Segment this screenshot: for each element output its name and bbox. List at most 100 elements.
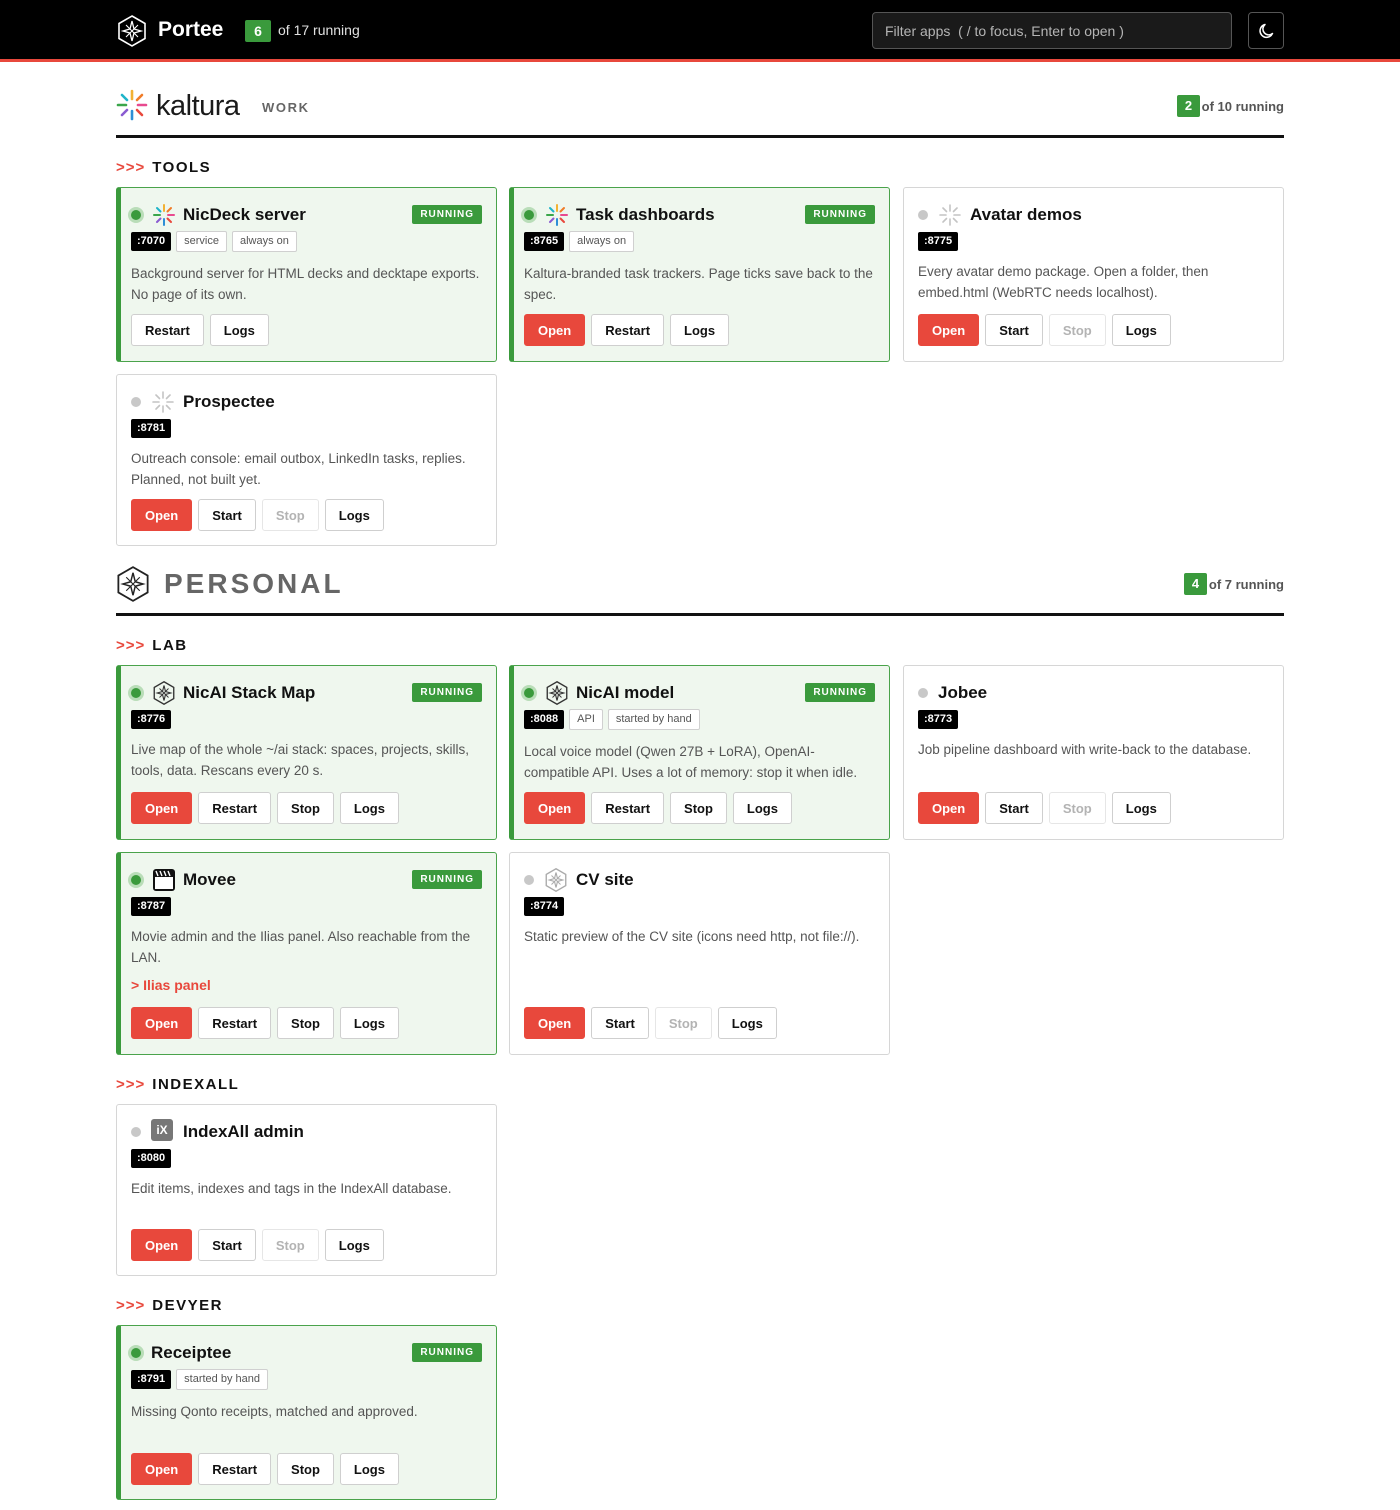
app-card-movee: Movee RUNNING :8787 Movie admin and the …: [116, 852, 497, 1055]
kaltura-logo-icon: [116, 89, 148, 121]
section-devyer: >>> DEVYER: [116, 1297, 223, 1314]
restart-button[interactable]: Restart: [131, 314, 204, 346]
tag-row: :8080: [131, 1149, 172, 1168]
open-button[interactable]: Open: [524, 1007, 586, 1039]
app-description: Every avatar demo package. Open a folder…: [918, 264, 1209, 300]
section-tools: >>> TOOLS: [116, 159, 212, 176]
status-dot: [918, 210, 928, 220]
open-button[interactable]: Open: [131, 1453, 193, 1485]
start-button[interactable]: Start: [198, 499, 256, 531]
org-running-count-personal: 4: [1184, 573, 1207, 595]
restart-button[interactable]: Restart: [591, 314, 665, 346]
start-button[interactable]: Start: [985, 792, 1043, 824]
open-button[interactable]: Open: [918, 314, 980, 346]
start-button[interactable]: Start: [985, 314, 1043, 346]
app-description: Outreach console: email outbox, LinkedIn…: [131, 451, 466, 487]
app-card-prospectee: Prospectee :8781 Outreach console: email…: [116, 374, 497, 546]
logs-button[interactable]: Logs: [209, 314, 269, 346]
restart-button[interactable]: Restart: [198, 1453, 272, 1485]
compass-emblem-icon: [546, 681, 568, 705]
top-bar: Portee 6 of 17 running: [0, 0, 1400, 62]
tag-row: :8774: [524, 897, 565, 916]
open-button[interactable]: Open: [524, 314, 586, 346]
action-row: Open Restart Stop Logs: [131, 1007, 399, 1039]
port-badge: :8080: [131, 1149, 172, 1168]
action-row: Open Start Stop Logs: [524, 1007, 777, 1039]
compass-emblem-grey-icon: [545, 868, 567, 892]
logs-button[interactable]: Logs: [732, 792, 792, 824]
logs-button[interactable]: Logs: [339, 792, 399, 824]
stop-button[interactable]: Stop: [670, 792, 727, 824]
action-row: Open Start Stop Logs: [918, 792, 1171, 824]
stop-button[interactable]: Stop: [277, 792, 334, 824]
app-description: Local voice model (Qwen 27B + LoRA), Ope…: [524, 744, 858, 780]
app-description: Edit items, indexes and tags in the Inde…: [131, 1181, 452, 1196]
org-tag-work: WORK: [262, 100, 310, 115]
open-button[interactable]: Open: [131, 1007, 193, 1039]
tag-row: :8773: [918, 710, 959, 729]
logs-button[interactable]: Logs: [339, 1453, 399, 1485]
tag: always on: [569, 231, 635, 252]
open-button[interactable]: Open: [131, 792, 193, 824]
kaltura-grey-icon: [152, 391, 174, 413]
ilias-panel-link[interactable]: > Ilias panel: [131, 977, 211, 993]
tag: started by hand: [607, 709, 700, 730]
restart-button[interactable]: Restart: [198, 1007, 272, 1039]
brand-name: Portee: [158, 18, 224, 41]
restart-button[interactable]: Restart: [198, 792, 272, 824]
clapperboard-icon: [153, 869, 175, 891]
tag: started by hand: [176, 1369, 268, 1390]
logs-button[interactable]: Logs: [324, 1229, 384, 1261]
app-description: Job pipeline dashboard with write-back t…: [918, 742, 1252, 757]
open-button[interactable]: Open: [131, 1229, 193, 1261]
stop-button[interactable]: Stop: [1048, 792, 1106, 824]
filter-apps-input[interactable]: [872, 12, 1232, 49]
port-badge: :8775: [918, 232, 959, 251]
app-card-nicai-model: NicAI model RUNNING :8088 API started by…: [509, 665, 890, 840]
app-title: CV site: [576, 870, 634, 889]
org-header-work: kaltura WORK 2 of 10 running: [116, 86, 1284, 138]
open-button[interactable]: Open: [131, 499, 193, 531]
org-name-work: kaltura: [156, 90, 240, 122]
logs-button[interactable]: Logs: [339, 1007, 399, 1039]
org-name-personal: PERSONAL: [164, 568, 344, 599]
start-button[interactable]: Start: [198, 1229, 256, 1261]
logs-button[interactable]: Logs: [1111, 314, 1171, 346]
port-badge: :8791: [131, 1370, 172, 1389]
status-dot: [131, 1127, 141, 1137]
running-badge: RUNNING: [412, 683, 482, 702]
logs-button[interactable]: Logs: [670, 314, 730, 346]
app-description: Background server for HTML decks and dec…: [131, 266, 480, 302]
running-badge: RUNNING: [805, 205, 875, 224]
stop-button[interactable]: Stop: [261, 499, 319, 531]
app-title: Task dashboards: [576, 205, 715, 224]
stop-button[interactable]: Stop: [277, 1453, 334, 1485]
restart-button[interactable]: Restart: [591, 792, 665, 824]
start-button[interactable]: Start: [591, 1007, 649, 1039]
app-title: Avatar demos: [970, 205, 1082, 224]
stop-button[interactable]: Stop: [654, 1007, 712, 1039]
logs-button[interactable]: Logs: [1111, 792, 1171, 824]
stop-button[interactable]: Stop: [277, 1007, 334, 1039]
running-badge: RUNNING: [412, 870, 482, 889]
logs-button[interactable]: Logs: [717, 1007, 777, 1039]
app-title: Receiptee: [151, 1343, 232, 1362]
status-dot: [131, 210, 141, 220]
status-dot: [524, 688, 534, 698]
open-button[interactable]: Open: [524, 792, 586, 824]
stop-button[interactable]: Stop: [261, 1229, 319, 1261]
status-dot: [131, 1348, 141, 1358]
status-dot: [131, 688, 141, 698]
app-card-stack-map: NicAI Stack Map RUNNING :8776 Live map o…: [116, 665, 497, 840]
stop-button[interactable]: Stop: [1048, 314, 1106, 346]
theme-toggle-button[interactable]: [1248, 12, 1284, 49]
app-description: Movie admin and the Ilias panel. Also re…: [131, 929, 471, 965]
app-card-receiptee: Receiptee RUNNING :8791 started by hand …: [116, 1325, 497, 1500]
port-badge: :8781: [131, 419, 172, 438]
running-count-label: of 17 running: [278, 22, 360, 38]
action-row: Restart Logs: [131, 314, 269, 346]
logs-button[interactable]: Logs: [324, 499, 384, 531]
open-button[interactable]: Open: [918, 792, 980, 824]
status-dot: [918, 688, 928, 698]
app-title: IndexAll admin: [183, 1122, 304, 1141]
